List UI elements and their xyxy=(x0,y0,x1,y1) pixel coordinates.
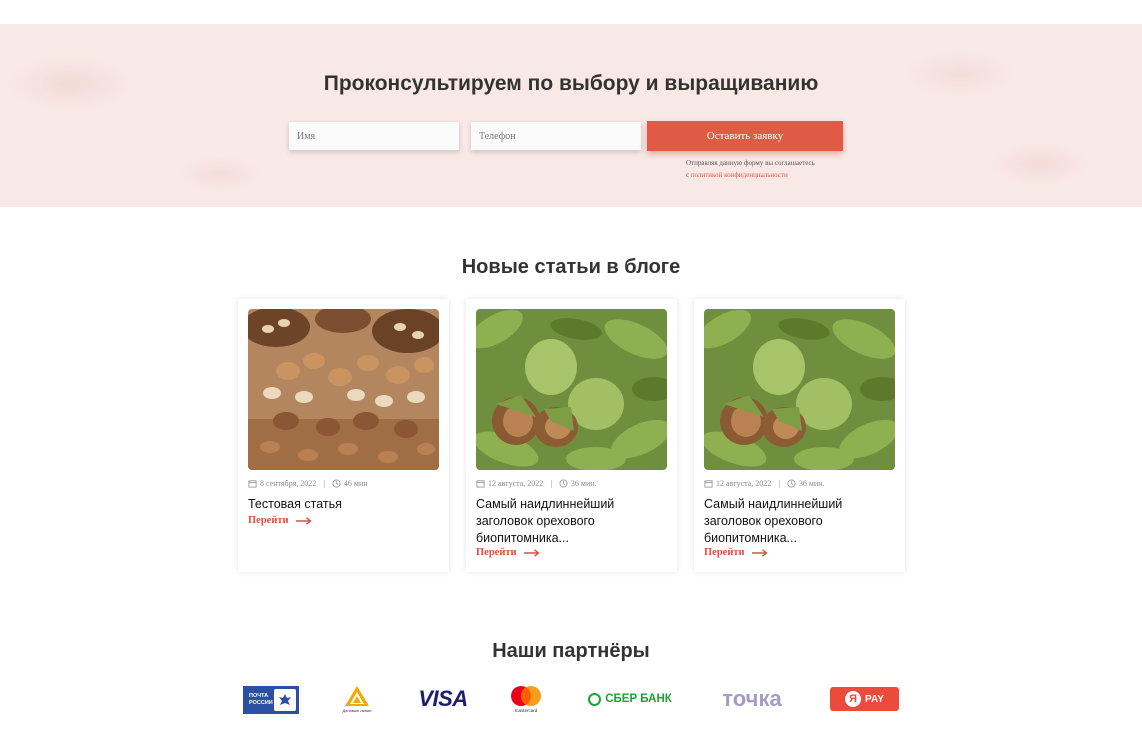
delovye-linii-emblem-icon xyxy=(345,686,369,706)
post-read-time: 46 мин xyxy=(343,479,368,488)
walnuts-image[interactable] xyxy=(476,309,667,470)
post-read-time: 36 мин. xyxy=(570,479,597,488)
submit-request-button[interactable]: Оставить заявку xyxy=(647,121,843,151)
post-title[interactable]: Самый наидлиннейший заголовок орехового … xyxy=(704,496,894,547)
yandex-pay-text: PAY xyxy=(865,693,884,705)
delovye-linii-text: Деловые линии xyxy=(342,708,372,713)
eagle-emblem-icon xyxy=(274,689,296,711)
phone-input[interactable] xyxy=(471,122,641,150)
read-more-label: Перейти xyxy=(248,515,289,526)
blog-card[interactable]: 8 сентября, 2022 | 46 мин Тестовая стать… xyxy=(238,299,449,572)
calendar-icon xyxy=(476,480,485,488)
arrow-right-icon xyxy=(751,548,768,557)
read-more-link[interactable]: Перейти xyxy=(476,547,540,558)
post-meta: 12 августа, 2022 | 36 мин. xyxy=(704,479,825,488)
arrow-right-icon xyxy=(295,516,312,525)
consent-text: Отправляя данную форму вы соглашаетесь xyxy=(686,159,815,167)
consultation-title: Проконсультируем по выбору и выращиванию xyxy=(323,72,819,95)
post-date: 8 сентября, 2022 xyxy=(260,479,317,488)
post-meta: 12 августа, 2022 | 36 мин. xyxy=(476,479,597,488)
pochta-logo-text: ПОЧТА РОССИИ xyxy=(249,693,273,706)
calendar-icon xyxy=(248,480,257,488)
pochta-rossii-logo[interactable]: ПОЧТА РОССИИ xyxy=(243,686,299,714)
read-more-label: Перейти xyxy=(704,547,745,558)
post-title[interactable]: Самый наидлиннейший заголовок орехового … xyxy=(476,496,666,547)
clock-icon xyxy=(332,479,341,488)
clock-icon xyxy=(787,479,796,488)
post-title[interactable]: Тестовая статья xyxy=(248,496,438,513)
clock-icon xyxy=(559,479,568,488)
meta-separator: | xyxy=(550,479,552,488)
consent-prefix: с xyxy=(686,171,690,179)
mixed-nuts-image[interactable] xyxy=(248,309,439,470)
read-more-link[interactable]: Перейти xyxy=(248,515,312,526)
blog-card[interactable]: 12 августа, 2022 | 36 мин. Самый наидлин… xyxy=(694,299,905,572)
partners-section-title: Наши партнёры xyxy=(492,640,650,662)
name-input[interactable] xyxy=(289,122,459,150)
mastercard-logo[interactable]: mastercard xyxy=(506,684,546,714)
visa-logo[interactable]: VISA xyxy=(414,684,472,714)
consultation-banner: Проконсультируем по выбору и выращиванию… xyxy=(0,24,1142,207)
walnuts-image[interactable] xyxy=(704,309,895,470)
arrow-right-icon xyxy=(523,548,540,557)
calendar-icon xyxy=(704,480,713,488)
delovye-linii-logo[interactable]: Деловые линии xyxy=(336,684,378,714)
sber-check-icon xyxy=(588,692,602,706)
post-date: 12 августа, 2022 xyxy=(488,479,544,488)
post-meta: 8 сентября, 2022 | 46 мин xyxy=(248,479,368,488)
sberbank-logo[interactable]: СБЕР БАНК xyxy=(584,684,676,714)
sberbank-text: СБЕР БАНК xyxy=(605,693,672,705)
yandex-ya-icon: Я xyxy=(845,691,862,707)
privacy-policy-link[interactable]: политикой конфиденциальности xyxy=(691,171,788,179)
post-read-time: 36 мин. xyxy=(798,479,825,488)
consent-note: Отправляя данную форму вы соглашаетесь с… xyxy=(686,157,856,181)
read-more-link[interactable]: Перейти xyxy=(704,547,768,558)
blog-section-title: Новые статьи в блоге xyxy=(461,256,681,278)
mastercard-circles-icon xyxy=(511,686,541,706)
meta-separator: | xyxy=(323,479,325,488)
post-date: 12 августа, 2022 xyxy=(716,479,772,488)
meta-separator: | xyxy=(778,479,780,488)
mastercard-text: mastercard xyxy=(514,708,538,713)
read-more-label: Перейти xyxy=(476,547,517,558)
blog-card[interactable]: 12 августа, 2022 | 36 мин. Самый наидлин… xyxy=(466,299,677,572)
yandex-pay-logo[interactable]: Я PAY xyxy=(830,687,899,711)
tochka-logo[interactable]: точка xyxy=(712,684,792,714)
